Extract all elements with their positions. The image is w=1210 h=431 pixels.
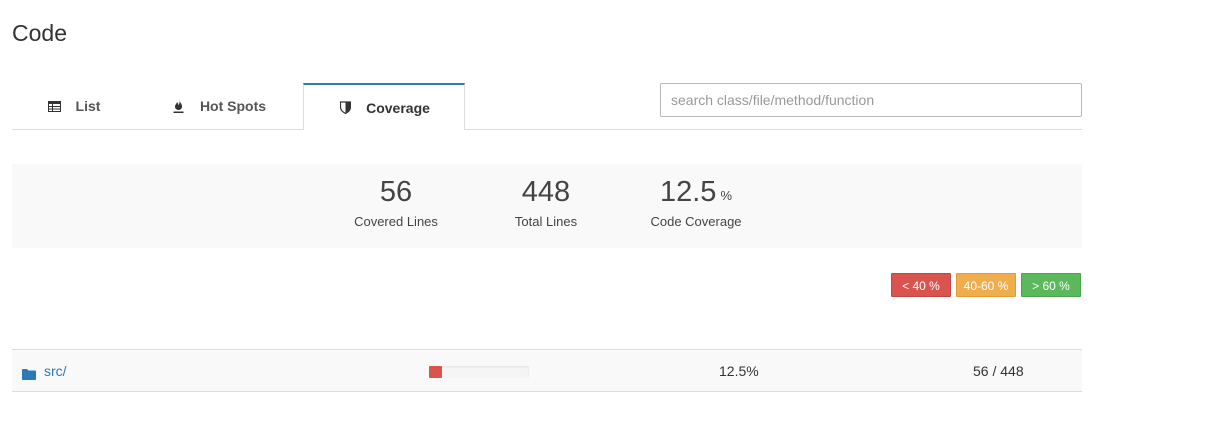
table-row: src/ 12.5% 56 / 448 xyxy=(12,349,1082,392)
code-coverage-label: Code Coverage xyxy=(650,214,742,229)
page-title: Code xyxy=(12,20,67,46)
coverage-summary: 56 Covered Lines 448 Total Lines 12.5% C… xyxy=(12,164,1082,248)
table-icon xyxy=(48,99,62,113)
stat-code-coverage: 12.5% Code Coverage xyxy=(639,174,753,229)
coverage-progress-fill xyxy=(429,366,442,378)
tab-list-label: List xyxy=(75,98,101,114)
total-lines-value: 448 xyxy=(521,176,571,208)
code-coverage-value: 12.5 xyxy=(659,176,717,208)
covered-lines-label: Covered Lines xyxy=(354,214,438,229)
code-coverage-unit: % xyxy=(720,188,732,203)
covered-total-lines: 56 / 448 xyxy=(973,363,1024,379)
tab-coverage[interactable]: Coverage xyxy=(303,83,465,130)
tab-coverage-label: Coverage xyxy=(366,99,430,116)
shield-icon xyxy=(338,101,352,115)
code-coverage-number: 12.5% xyxy=(639,174,753,210)
search-input[interactable] xyxy=(660,83,1082,117)
folder-icon xyxy=(22,367,36,380)
covered-lines-value: 56 xyxy=(379,176,413,208)
coverage-progress-bar xyxy=(429,366,529,378)
stat-total-lines: 448 Total Lines xyxy=(496,174,596,229)
tab-list[interactable]: List xyxy=(12,83,136,129)
total-lines-label: Total Lines xyxy=(514,214,578,229)
folder-link[interactable]: src/ xyxy=(44,363,67,379)
tab-hot-spots[interactable]: Hot Spots xyxy=(136,83,302,129)
page: Code List Hot Spots Coverage search clas… xyxy=(0,0,1210,431)
stat-covered-lines: 56 Covered Lines xyxy=(346,174,446,229)
legend-high-badge: > 60 % xyxy=(1021,273,1081,297)
coverage-percent: 12.5% xyxy=(719,363,759,379)
tab-hot-spots-label: Hot Spots xyxy=(199,98,267,114)
legend-low-badge: < 40 % xyxy=(891,273,951,297)
legend-medium-badge: 40-60 % xyxy=(956,273,1016,297)
fire-icon xyxy=(172,99,186,113)
